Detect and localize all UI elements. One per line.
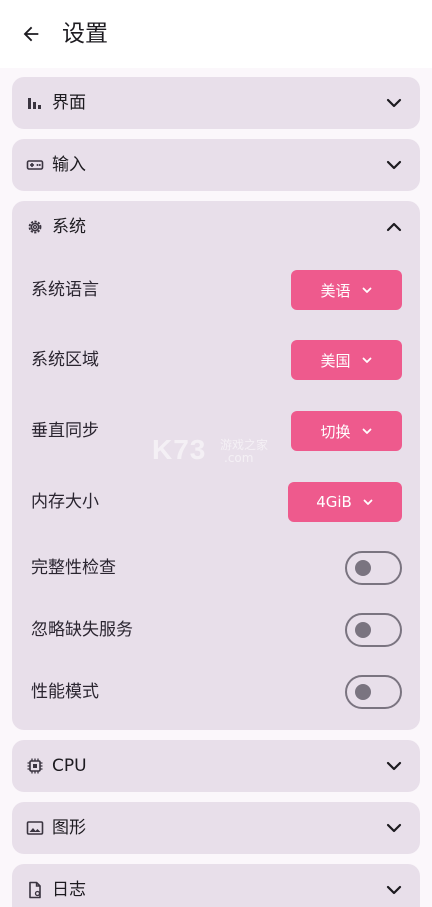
section-graphics-header[interactable]: 图形	[12, 802, 420, 854]
section-logs-header[interactable]: 日志	[12, 864, 420, 907]
section-input-header[interactable]: 输入	[12, 139, 420, 191]
app-bar: 设置	[0, 0, 432, 68]
vsync-value: 切换	[320, 422, 351, 441]
section-logs: 日志	[12, 864, 420, 907]
toggle-knob	[355, 622, 371, 638]
section-input-label: 输入	[52, 155, 86, 175]
vsync-select[interactable]: 切换	[291, 411, 402, 451]
arrow-left-icon	[23, 26, 39, 42]
section-cpu: CPU	[12, 740, 420, 792]
section-input: 输入	[12, 139, 420, 191]
watermark-brand: K73	[152, 434, 207, 465]
section-interface-label: 界面	[52, 93, 86, 113]
ignore-missing-services-toggle[interactable]	[345, 613, 402, 647]
section-interface-header[interactable]: 界面	[12, 77, 420, 129]
performance-mode-toggle[interactable]	[345, 675, 402, 709]
section-graphics-label: 图形	[52, 818, 86, 838]
section-cpu-label: CPU	[52, 756, 87, 776]
gear-icon	[28, 220, 42, 234]
chevron-down-icon	[386, 98, 402, 108]
chevron-down-icon	[362, 287, 371, 293]
section-system-header[interactable]: 系统	[12, 201, 420, 253]
toggle-knob	[355, 684, 371, 700]
image-icon	[26, 821, 44, 835]
back-button[interactable]	[18, 21, 44, 47]
system-region-value: 美国	[320, 351, 351, 370]
section-cpu-header[interactable]: CPU	[12, 740, 420, 792]
system-language-value: 美语	[320, 281, 351, 300]
ignore-missing-services-label: 忽略缺失服务	[31, 620, 133, 640]
vsync-label: 垂直同步	[31, 421, 99, 441]
system-language-select[interactable]: 美语	[291, 270, 402, 310]
system-region-label: 系统区域	[31, 350, 99, 370]
page-title: 设置	[62, 21, 108, 47]
watermark-logo: K73 游戏之家 .com	[152, 432, 282, 472]
watermark-domain: .com	[224, 451, 254, 465]
chevron-down-icon	[386, 823, 402, 833]
chevron-down-icon	[386, 885, 402, 895]
chevron-down-icon	[386, 160, 402, 170]
toggle-knob	[355, 560, 371, 576]
integrity-check-label: 完整性检查	[31, 558, 116, 578]
memory-size-value: 4GiB	[316, 493, 352, 511]
gamepad-icon	[26, 160, 44, 170]
chevron-down-icon	[363, 499, 373, 505]
section-logs-label: 日志	[52, 880, 86, 900]
system-region-select[interactable]: 美国	[291, 340, 402, 380]
file-icon	[29, 881, 41, 899]
section-graphics: 图形	[12, 802, 420, 854]
chevron-down-icon	[386, 761, 402, 771]
performance-mode-label: 性能模式	[31, 682, 99, 702]
chevron-down-icon	[362, 357, 371, 363]
integrity-check-toggle[interactable]	[345, 551, 402, 585]
chevron-down-icon	[362, 428, 371, 434]
memory-size-select[interactable]: 4GiB	[288, 482, 402, 522]
section-interface: 界面	[12, 77, 420, 129]
chevron-up-icon	[386, 222, 402, 232]
chip-icon	[27, 758, 43, 774]
memory-size-label: 内存大小	[31, 492, 99, 512]
section-system-label: 系统	[52, 217, 86, 237]
system-language-label: 系统语言	[31, 280, 99, 300]
bar-chart-icon	[28, 98, 41, 109]
